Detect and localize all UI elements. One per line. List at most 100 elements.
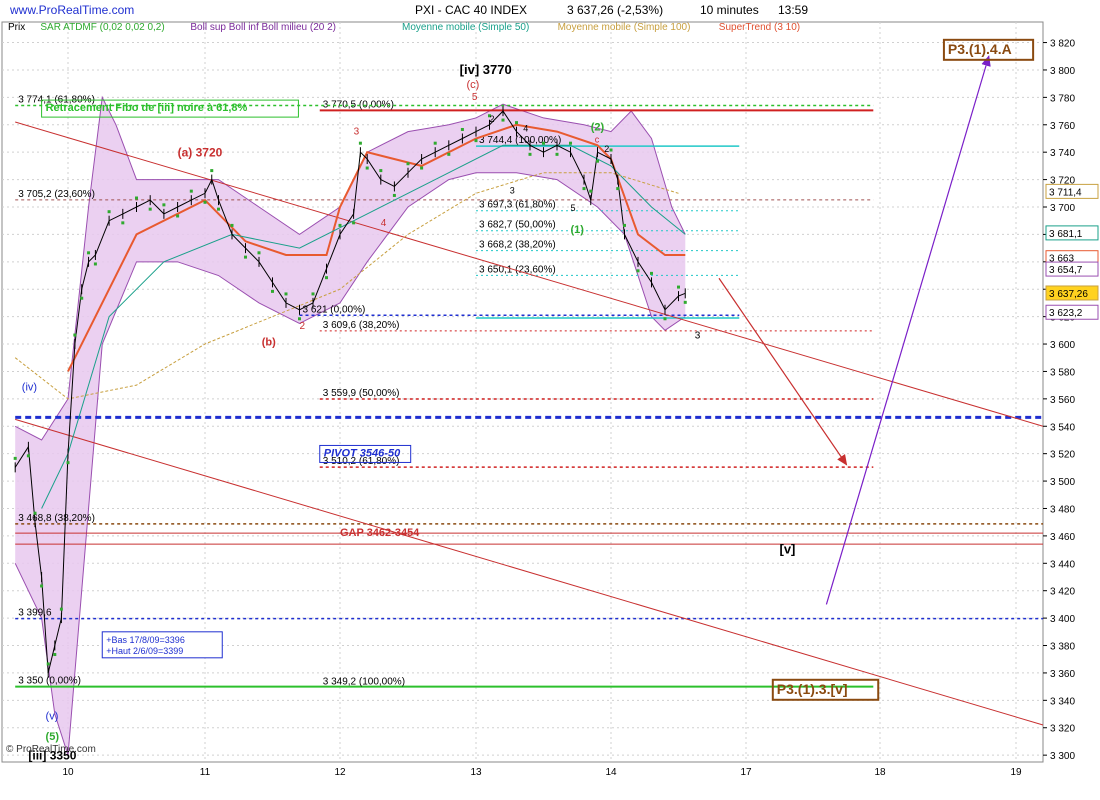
y-tick-3360: 3 360	[1050, 669, 1075, 680]
sar-dot-2	[33, 511, 37, 515]
sar-dot-29	[325, 276, 328, 280]
sar-dot-10	[87, 251, 91, 255]
level-label-fibo-3650-1: 3 650,1 (23,60%)	[479, 264, 556, 275]
sar-dot-25	[271, 289, 274, 293]
sar-dot-30	[338, 223, 342, 227]
sar-dot-0	[13, 456, 17, 460]
sar-dot-1	[26, 454, 30, 458]
level-label-fibo-3349-2: 3 349,2 (100,00%)	[323, 677, 405, 688]
x-tick-12: 12	[334, 767, 346, 778]
sar-dot-32	[358, 141, 362, 145]
ann-black-5: 5	[571, 203, 576, 213]
sar-dot-49	[582, 187, 586, 191]
sar-dot-48	[569, 141, 572, 145]
ann-black-4: 4	[523, 124, 528, 134]
legend: Prix SAR ATDMF (0,02 0,02 0,2) Boll sup Bo…	[8, 22, 800, 33]
sar-dot-6	[59, 607, 63, 611]
ann-c-5: 5	[472, 92, 478, 103]
ann-5: (5)	[46, 731, 60, 743]
level-label-fibo-3705-2: 3 705,2 (23,60%)	[18, 189, 95, 200]
y-tick-3800: 3 800	[1050, 66, 1075, 77]
sar-dot-22	[230, 223, 234, 227]
box-p3-a-text: P3.(1).4.A	[948, 41, 1012, 57]
ann-red-3: 3	[354, 126, 360, 137]
watermark: © ProRealTime.com	[6, 744, 96, 755]
legend-item-3: Moyenne mobile (Simple 50)	[402, 22, 529, 33]
sar-dot-26	[284, 292, 288, 296]
sar-dot-56	[650, 271, 653, 275]
site-name[interactable]: www.ProRealTime.com	[9, 3, 134, 17]
sar-dot-16	[162, 203, 166, 207]
chart: 3 770,5 (0,00%)3 774,1 (61,80%)3 744,4 (…	[1, 3, 1099, 778]
ann-iv: (iv)	[22, 382, 37, 394]
badge-3711-text: 3 711,4	[1049, 187, 1082, 198]
y-tick-3340: 3 340	[1050, 696, 1075, 707]
ann-black-2: 2	[490, 114, 495, 124]
badge-3681-text: 3 681,1	[1049, 229, 1083, 240]
sar-dot-12	[107, 210, 111, 214]
sar-dot-35	[392, 193, 396, 197]
sar-dot-57	[663, 317, 667, 321]
sar-dot-34	[379, 169, 383, 173]
sar-dot-53	[616, 187, 620, 191]
ann-c: (c)	[466, 79, 479, 91]
sar-dot-40	[460, 127, 464, 131]
box-p3-v-text: P3.(1).3.[v]	[777, 681, 848, 697]
ann-black-3b: 3	[695, 331, 701, 342]
y-tick-3500: 3 500	[1050, 477, 1075, 488]
ann-green-2: (2)	[591, 121, 605, 133]
badge-3654-text: 3 654,7	[1049, 265, 1083, 276]
sar-dot-18	[189, 189, 193, 193]
ann-red-4: 4	[381, 218, 387, 229]
box-fibo-retracement-text: Retracement Fibo de [iii] noire à 61,8%	[46, 102, 248, 114]
y-tick-3480: 3 480	[1050, 504, 1075, 515]
y-tick-3600: 3 600	[1050, 340, 1075, 351]
sar-dot-7	[66, 461, 70, 465]
y-tick-3540: 3 540	[1050, 422, 1075, 433]
clock: 13:59	[778, 3, 808, 17]
y-tick-3560: 3 560	[1050, 395, 1075, 406]
sar-dot-59	[683, 300, 687, 304]
sar-dot-20	[210, 169, 214, 173]
y-tick-3780: 3 780	[1050, 93, 1075, 104]
timeframe[interactable]: 10 minutes	[700, 3, 759, 17]
sar-dot-28	[311, 292, 315, 296]
level-label-fibo-3399-6: 3 399,6	[18, 608, 52, 619]
y-tick-3300: 3 300	[1050, 751, 1075, 762]
y-tick-3700: 3 700	[1050, 203, 1075, 214]
sar-dot-14	[135, 196, 138, 200]
info-line-1: +Haut 2/6/09=3399	[106, 646, 183, 656]
x-tick-13: 13	[470, 767, 482, 778]
level-label-fibo-3559-9: 3 559,9 (50,00%)	[323, 388, 400, 399]
ann-v-bracket: [v]	[780, 542, 796, 557]
ann-a-3720: (a) 3720	[178, 145, 223, 159]
ann-b: (b)	[262, 336, 276, 348]
sar-dot-46	[542, 141, 545, 145]
y-tick-3420: 3 420	[1050, 587, 1075, 598]
sar-dot-11	[93, 262, 97, 266]
badge-3637-text: 3 637,26	[1049, 289, 1088, 300]
sar-dot-31	[352, 221, 356, 225]
box-pivot-text: PIVOT 3546-50	[324, 447, 401, 459]
sar-dot-4	[46, 662, 50, 666]
legend-item-5: SuperTrend (3 10)	[719, 22, 800, 33]
level-label-fibo-3744-4: 3 744,4 (100,00%)	[479, 135, 561, 146]
sar-dot-39	[447, 152, 451, 156]
x-tick-19: 19	[1010, 767, 1022, 778]
sar-dot-33	[365, 166, 369, 170]
sar-dot-19	[203, 200, 207, 204]
x-tick-18: 18	[874, 767, 886, 778]
y-tick-3460: 3 460	[1050, 532, 1075, 543]
sar-dot-51	[596, 159, 599, 163]
info-line-0: +Bas 17/8/09=3396	[106, 635, 185, 645]
ann-gap: GAP 3462-3454	[340, 527, 420, 539]
sar-dot-44	[515, 121, 518, 125]
y-tick-3760: 3 760	[1050, 121, 1075, 132]
header: www.ProRealTime.com PXI - CAC 40 INDEX 3…	[9, 3, 808, 17]
sar-dot-54	[623, 223, 626, 227]
sar-dot-13	[121, 221, 125, 225]
sar-dot-52	[609, 148, 613, 152]
sar-dot-50	[589, 189, 593, 193]
sar-dot-36	[406, 162, 410, 166]
sar-dot-23	[244, 255, 247, 259]
